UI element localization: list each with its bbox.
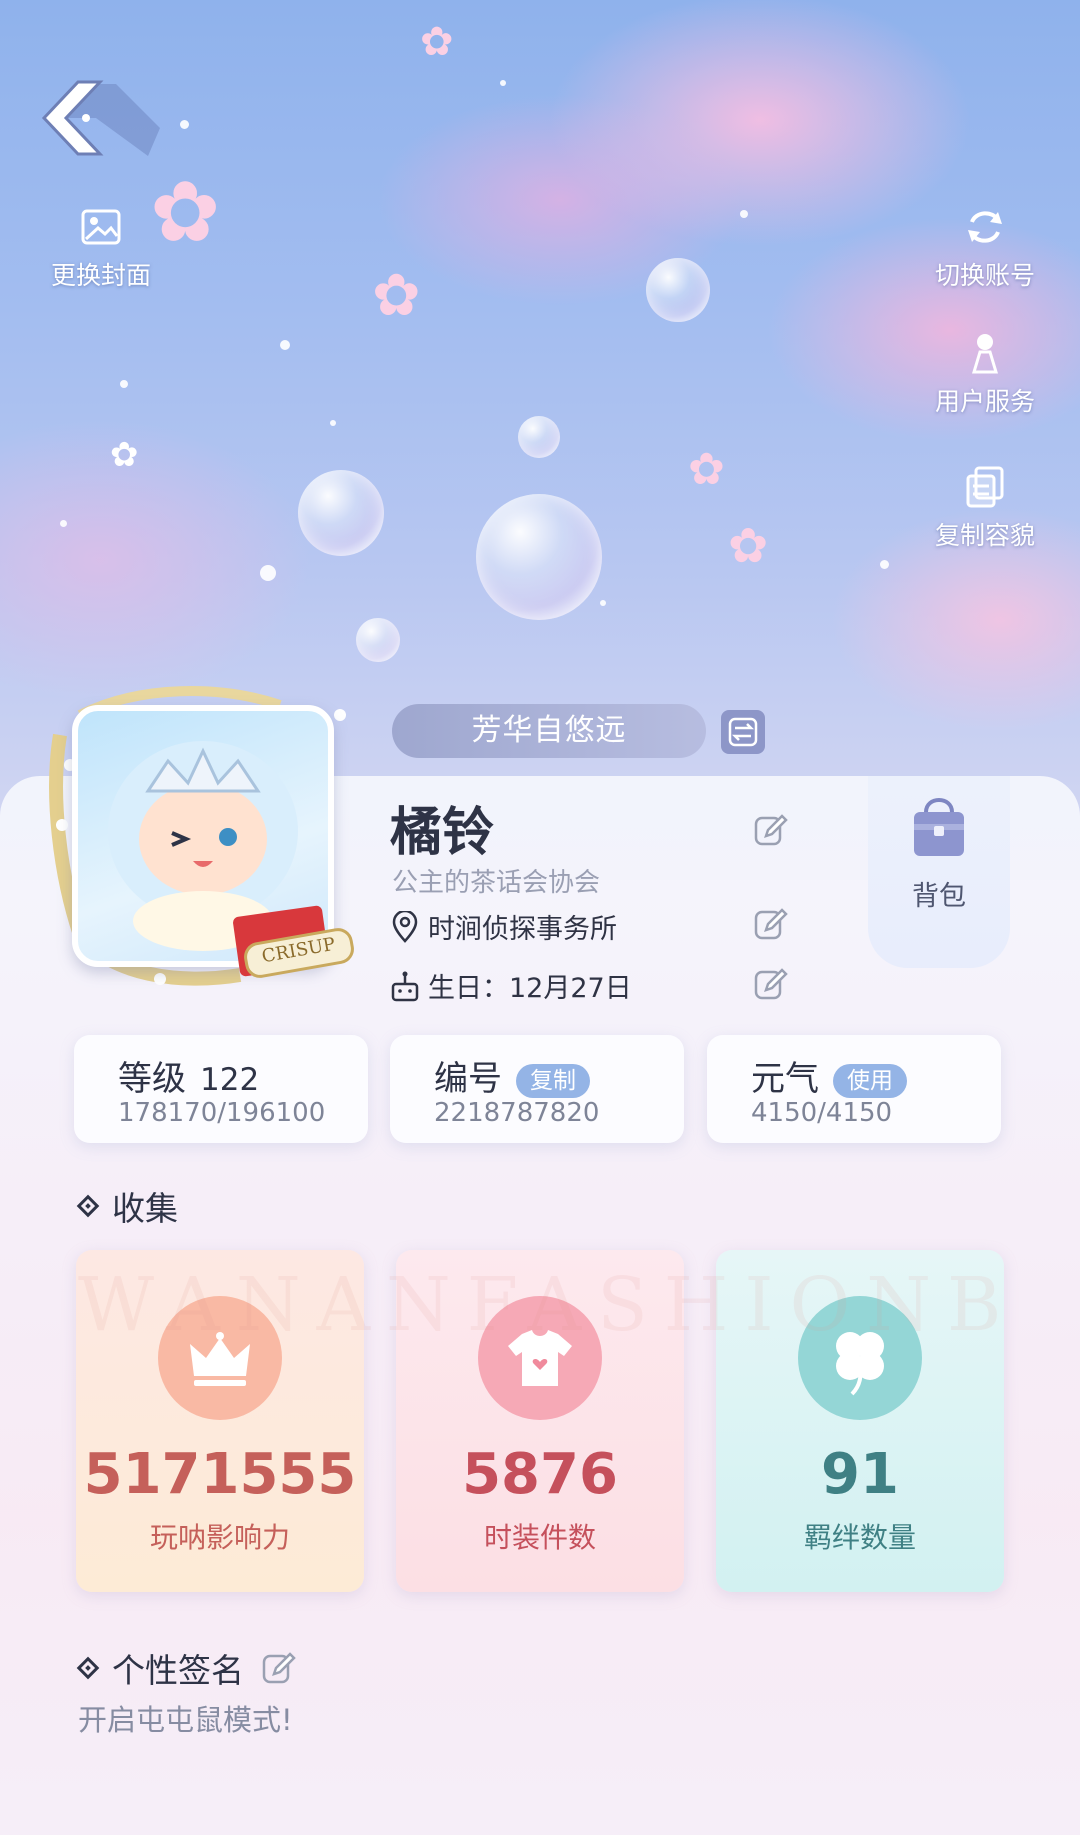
sparkle: [600, 600, 606, 606]
change-cover-button[interactable]: 更换封面: [36, 204, 166, 292]
birthday-row: 生日：12月27日: [390, 966, 632, 1005]
level-card[interactable]: 等级 122 178170/196100: [74, 1035, 368, 1143]
energy-amount: 4150/4150: [751, 1098, 893, 1128]
player-name: 橘铃: [390, 803, 495, 863]
location-pin-icon: [392, 910, 418, 943]
flower-decoration: ✿: [372, 261, 421, 329]
copy-appearance-label: 复制容貌: [934, 521, 1035, 550]
flower-decoration: ✿: [688, 444, 725, 495]
flower-decoration: ✿: [110, 435, 139, 475]
back-button[interactable]: [40, 78, 160, 168]
copy-icon: [966, 466, 1004, 508]
level-exp: 178170/196100: [118, 1098, 326, 1128]
bag-button[interactable]: 背包: [868, 776, 1010, 968]
bubble-decoration: [476, 494, 602, 620]
bond-label: 羁绊数量: [803, 1521, 916, 1554]
id-card: 编号 复制 2218787820: [390, 1035, 684, 1143]
energy-title: 元气 使用: [751, 1051, 907, 1100]
back-arrow-icon: [41, 80, 160, 156]
fashion-value: 5876: [462, 1442, 618, 1507]
image-icon: [81, 209, 121, 245]
edit-name-icon[interactable]: [752, 812, 788, 848]
level-label: 等级: [118, 1059, 186, 1099]
influence-value: 5171555: [83, 1442, 357, 1507]
id-title: 编号 复制: [434, 1051, 590, 1100]
copy-appearance-button[interactable]: 复制容貌: [920, 464, 1050, 552]
sparkle: [60, 520, 67, 527]
sparkle: [500, 80, 506, 86]
sparkle: [330, 420, 336, 426]
swap-icon: [728, 717, 758, 747]
change-cover-label: 更换封面: [50, 261, 151, 290]
user-icon: [971, 334, 999, 374]
copy-id-button[interactable]: 复制: [516, 1063, 590, 1098]
cake-icon: [391, 971, 419, 1001]
sparkle: [740, 210, 748, 218]
sparkle: [280, 340, 290, 350]
diamond-bullet-icon: [76, 1656, 100, 1680]
signature-heading-text: 个性签名: [112, 1651, 244, 1690]
flower-decoration: ✿: [728, 518, 769, 574]
birthday-text: 生日：12月27日: [428, 973, 632, 1004]
level-value: 122: [200, 1062, 260, 1098]
id-label: 编号: [434, 1059, 502, 1099]
title-badge[interactable]: 芳华自悠远: [392, 704, 706, 758]
energy-label: 元气: [751, 1059, 819, 1099]
location-row: 时涧侦探事务所: [390, 907, 617, 946]
sparkle: [260, 565, 276, 581]
fashion-label: 时装件数: [483, 1521, 596, 1554]
edit-birthday-icon[interactable]: [752, 966, 788, 1002]
energy-card: 元气 使用 4150/4150: [707, 1035, 1001, 1143]
bubble-decoration: [298, 470, 384, 556]
bubble-decoration: [518, 416, 560, 458]
collection-heading: 收集: [76, 1182, 178, 1230]
brand-watermark: WANANFASHIONBOND: [78, 1262, 1008, 1348]
location-text: 时涧侦探事务所: [428, 914, 617, 945]
signature-heading: 个性签名: [76, 1644, 296, 1692]
swap-title-button[interactable]: [721, 710, 765, 754]
guild-name: 公主的茶话会协会: [392, 868, 601, 898]
influence-label: 玩呐影响力: [149, 1521, 290, 1554]
level-title: 等级 122: [118, 1051, 259, 1100]
switch-account-button[interactable]: 切换账号: [920, 204, 1050, 292]
bag-icon: [914, 798, 964, 856]
user-service-button[interactable]: 用户服务: [920, 330, 1050, 418]
id-number: 2218787820: [434, 1098, 600, 1128]
edit-signature-icon[interactable]: [260, 1650, 296, 1686]
edit-location-icon[interactable]: [752, 906, 788, 942]
flower-decoration: ✿: [420, 19, 454, 65]
sparkle: [180, 120, 189, 129]
bag-label: 背包: [912, 881, 966, 912]
sparkle: [880, 560, 889, 569]
diamond-bullet-icon: [76, 1194, 100, 1218]
bubble-decoration: [356, 618, 400, 662]
signature-text: 开启屯屯鼠模式!: [78, 1703, 293, 1737]
avatar[interactable]: CRISUP: [40, 675, 360, 995]
use-energy-button[interactable]: 使用: [833, 1063, 907, 1098]
collection-heading-text: 收集: [112, 1189, 178, 1228]
bubble-decoration: [646, 258, 710, 322]
user-service-label: 用户服务: [934, 387, 1035, 416]
sparkle: [120, 380, 128, 388]
bond-value: 91: [821, 1442, 899, 1507]
switch-icon: [968, 211, 1002, 243]
switch-account-label: 切换账号: [934, 261, 1035, 290]
